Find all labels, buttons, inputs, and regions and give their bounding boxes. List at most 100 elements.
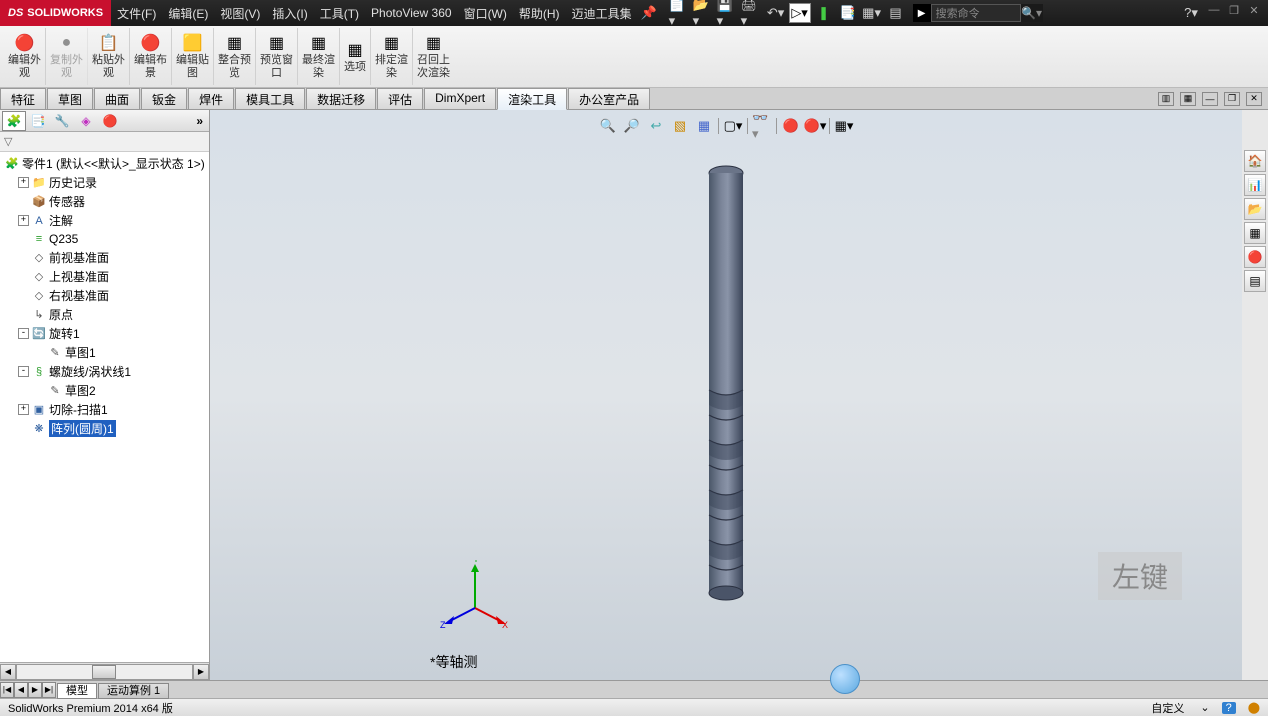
child-minimize-button[interactable]: —: [1202, 92, 1218, 106]
tab-prev-button[interactable]: ◀: [14, 682, 28, 698]
tree-item-阵列(圆周)1[interactable]: ❋阵列(圆周)1: [0, 419, 209, 438]
search-input[interactable]: 搜索命令: [931, 4, 1021, 22]
menu-编辑(E)[interactable]: 编辑(E): [162, 0, 214, 26]
render-tab[interactable]: 🔴: [98, 111, 122, 131]
view-palette-tab-icon[interactable]: ▦: [1244, 222, 1266, 244]
ribbon-粘贴外观[interactable]: 📋粘贴外观: [88, 28, 130, 85]
command-search[interactable]: ▶ 搜索命令 🔍▾: [913, 4, 1043, 22]
new-icon[interactable]: 📄▾: [669, 3, 691, 23]
tab-钣金[interactable]: 钣金: [141, 88, 187, 109]
tab-渲染工具[interactable]: 渲染工具: [497, 88, 567, 110]
tree-item-Q235[interactable]: ≡Q235: [0, 230, 209, 248]
panel-expand-button[interactable]: »: [190, 114, 209, 128]
expand-toggle[interactable]: -: [18, 366, 29, 377]
expand-toggle[interactable]: +: [18, 404, 29, 415]
scroll-right-button[interactable]: ▶: [193, 664, 209, 680]
bottom-tab-模型[interactable]: 模型: [57, 683, 97, 699]
tree-item-原点[interactable]: ↳原点: [0, 305, 209, 324]
expand-toggle[interactable]: +: [18, 215, 29, 226]
file-explorer-tab-icon[interactable]: 📂: [1244, 198, 1266, 220]
resources-tab-icon[interactable]: 🏠: [1244, 150, 1266, 172]
view-layout2-icon[interactable]: ▦: [1180, 92, 1196, 106]
view-layout1-icon[interactable]: ▥: [1158, 92, 1174, 106]
ribbon-排定渲染[interactable]: ▦排定渲染: [371, 28, 413, 85]
zoom-area-icon[interactable]: 🔎: [622, 116, 642, 136]
feature-tree-filter[interactable]: ▽: [0, 132, 209, 152]
tab-特征[interactable]: 特征: [0, 88, 46, 109]
custom-props-tab-icon[interactable]: ▤: [1244, 270, 1266, 292]
undo-icon[interactable]: ↶▾: [765, 3, 787, 23]
tree-root-item[interactable]: 🧩 零件1 (默认<<默认>_显示状态 1>): [0, 154, 209, 173]
status-custom[interactable]: 自定义: [1147, 700, 1188, 716]
child-close-button[interactable]: ✕: [1246, 92, 1262, 106]
view-orient-icon[interactable]: ▦: [694, 116, 714, 136]
child-restore-button[interactable]: ❐: [1224, 92, 1240, 106]
ribbon-选项[interactable]: ▦选项: [340, 28, 371, 85]
view-settings-icon[interactable]: ▦▾: [834, 116, 854, 136]
dimxpert-tab[interactable]: ◈: [74, 111, 98, 131]
hide-show-icon[interactable]: 👓▾: [752, 116, 772, 136]
display-style-icon[interactable]: ▢▾: [723, 116, 743, 136]
tree-item-前视基准面[interactable]: ◇前视基准面: [0, 248, 209, 267]
menu-窗口(W)[interactable]: 窗口(W): [458, 0, 513, 26]
menu-帮助(H)[interactable]: 帮助(H): [513, 0, 566, 26]
tab-数据迁移[interactable]: 数据迁移: [306, 88, 376, 109]
select-icon[interactable]: ▷▾: [789, 3, 811, 23]
more-icon[interactable]: ▤: [885, 3, 907, 23]
panel-h-scrollbar[interactable]: ◀ ▶: [0, 662, 209, 680]
restore-button[interactable]: ❐: [1226, 3, 1242, 17]
ribbon-编辑外观[interactable]: 🔴编辑外观: [4, 28, 46, 85]
tab-first-button[interactable]: |◀: [0, 682, 14, 698]
tab-last-button[interactable]: ▶|: [42, 682, 56, 698]
sketch-settings-icon[interactable]: 📑: [837, 3, 859, 23]
minimize-button[interactable]: —: [1206, 3, 1222, 17]
tab-办公室产品[interactable]: 办公室产品: [568, 88, 650, 109]
scroll-track[interactable]: [16, 664, 193, 680]
appearances-tab-icon[interactable]: 🔴: [1244, 246, 1266, 268]
print-icon[interactable]: 🖨▾: [741, 3, 763, 23]
status-help-icon[interactable]: ?: [1222, 702, 1236, 714]
tab-评估[interactable]: 评估: [377, 88, 423, 109]
tab-DimXpert[interactable]: DimXpert: [424, 88, 496, 109]
menu-视图(V)[interactable]: 视图(V): [214, 0, 266, 26]
design-library-tab-icon[interactable]: 📊: [1244, 174, 1266, 196]
expand-toggle[interactable]: -: [18, 328, 29, 339]
tree-item-上视基准面[interactable]: ◇上视基准面: [0, 267, 209, 286]
ribbon-编辑布景[interactable]: 🔴编辑布景: [130, 28, 172, 85]
tree-item-传感器[interactable]: 📦传感器: [0, 192, 209, 211]
menu-迈迪工具集[interactable]: 迈迪工具集: [566, 0, 638, 26]
tree-item-草图2[interactable]: ✎草图2: [0, 381, 209, 400]
tab-曲面[interactable]: 曲面: [94, 88, 140, 109]
tab-草图[interactable]: 草图: [47, 88, 93, 109]
tab-next-button[interactable]: ▶: [28, 682, 42, 698]
ribbon-预览窗口[interactable]: ▦预览窗口: [256, 28, 298, 85]
save-icon[interactable]: 💾▾: [717, 3, 739, 23]
bottom-tab-运动算例 1[interactable]: 运动算例 1: [98, 683, 169, 699]
scroll-thumb[interactable]: [92, 665, 116, 679]
menu-文件(F)[interactable]: 文件(F): [111, 0, 162, 26]
graphics-viewport[interactable]: 🔍 🔎 ↩ ▧ ▦ ▢▾ 👓▾ 🔴 🔴▾ ▦▾: [210, 110, 1242, 680]
property-tab[interactable]: 📑: [26, 111, 50, 131]
tab-焊件[interactable]: 焊件: [188, 88, 234, 109]
help-icon[interactable]: ?▾: [1180, 3, 1202, 23]
ribbon-整合预览[interactable]: ▦整合预览: [214, 28, 256, 85]
tree-item-草图1[interactable]: ✎草图1: [0, 343, 209, 362]
tree-item-注解[interactable]: +A注解: [0, 211, 209, 230]
status-dropdown-icon[interactable]: ⌄: [1196, 701, 1213, 714]
tree-item-历史记录[interactable]: +📁历史记录: [0, 173, 209, 192]
scene-icon[interactable]: 🔴▾: [805, 116, 825, 136]
expand-toggle[interactable]: +: [18, 177, 29, 188]
tree-item-螺旋线/涡状线1[interactable]: -§螺旋线/涡状线1: [0, 362, 209, 381]
open-icon[interactable]: 📂▾: [693, 3, 715, 23]
tree-item-右视基准面[interactable]: ◇右视基准面: [0, 286, 209, 305]
ribbon-召回上次渲染[interactable]: ▦召回上次渲染: [413, 28, 454, 85]
pushpin-icon[interactable]: 📌: [638, 3, 660, 23]
ribbon-编辑贴图[interactable]: 🟨编辑贴图: [172, 28, 214, 85]
zoom-fit-icon[interactable]: 🔍: [598, 116, 618, 136]
menu-PhotoView 360[interactable]: PhotoView 360: [365, 0, 458, 26]
search-icon[interactable]: 🔍▾: [1021, 4, 1043, 22]
appearance-icon[interactable]: 🔴: [781, 116, 801, 136]
ribbon-最终渲染[interactable]: ▦最终渲染: [298, 28, 340, 85]
close-button[interactable]: ✕: [1246, 3, 1262, 17]
tree-item-旋转1[interactable]: -🔄旋转1: [0, 324, 209, 343]
